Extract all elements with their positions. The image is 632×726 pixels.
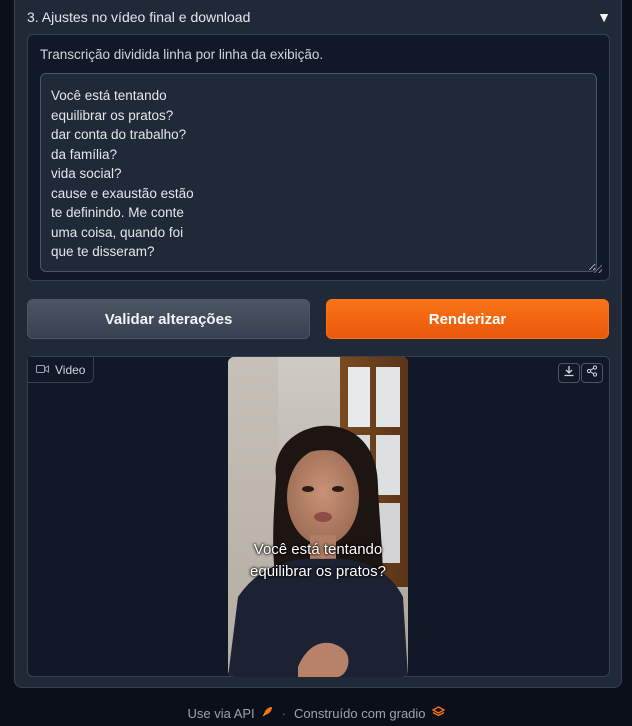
render-button[interactable]: Renderizar [326, 299, 609, 339]
video-block: Você está tentando equilibrar os pratos?… [27, 356, 610, 677]
built-with-gradio-text: Construído com gradio [294, 705, 426, 721]
transcript-block: Transcrição dividida linha por linha da … [27, 34, 610, 281]
rocket-icon [261, 705, 274, 721]
footer: Use via API · Construído com gradio [0, 705, 632, 721]
validate-button[interactable]: Validar alterações [27, 299, 310, 339]
resize-handle-icon[interactable] [594, 265, 602, 273]
accordion-header[interactable]: 3. Ajustes no vídeo final e download ▼ [27, 7, 611, 27]
gradio-logo-icon [431, 705, 445, 721]
footer-separator: · [281, 705, 287, 721]
caption-line-1: Você está tentando [253, 541, 383, 558]
share-button[interactable] [581, 363, 603, 383]
built-with-gradio-link[interactable]: Construído com gradio [294, 706, 445, 721]
use-via-api-text: Use via API [187, 705, 255, 721]
camera-icon [36, 363, 49, 377]
use-via-api-link[interactable]: Use via API [187, 705, 273, 721]
caption-line-2: equilibrar os pratos? [250, 563, 386, 580]
video-player[interactable]: Você está tentando equilibrar os pratos? [228, 357, 408, 677]
transcript-label: Transcrição dividida linha por linha da … [40, 47, 324, 62]
video-label: Video [28, 357, 95, 383]
accordion-title: 3. Ajustes no vídeo final e download [27, 9, 251, 25]
transcript-textarea[interactable]: Você está tentando equilibrar os pratos?… [40, 73, 597, 272]
video-frame-image [228, 357, 408, 677]
download-button[interactable] [558, 363, 580, 383]
download-icon [563, 364, 575, 382]
video-label-text: Video [55, 362, 86, 377]
accordion-panel: 3. Ajustes no vídeo final e download ▼ T… [14, 0, 622, 688]
share-icon [586, 364, 598, 382]
video-caption: Você está tentando equilibrar os pratos? [228, 539, 408, 583]
caret-down-icon[interactable]: ▼ [597, 9, 611, 25]
